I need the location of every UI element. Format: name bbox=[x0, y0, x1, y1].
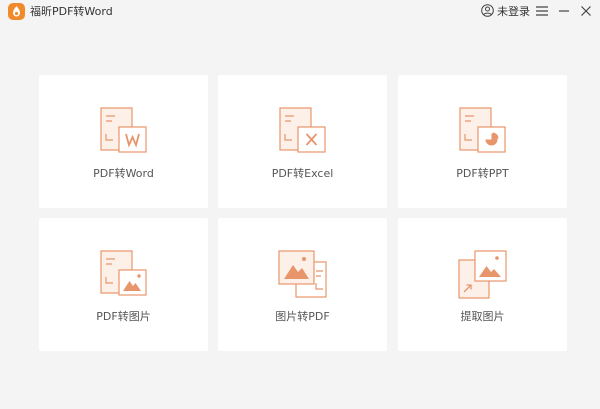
card-label: PDF转Excel bbox=[271, 167, 334, 180]
card-label: PDF转PPT bbox=[456, 167, 509, 180]
minimize-button[interactable] bbox=[556, 3, 572, 19]
minimize-icon bbox=[556, 3, 572, 19]
pdf-to-excel-icon bbox=[278, 107, 328, 157]
pdf-to-ppt-icon bbox=[458, 107, 508, 157]
card-label: PDF转图片 bbox=[96, 310, 151, 323]
card-pdf-to-ppt[interactable]: PDF转PPT bbox=[398, 75, 567, 208]
hamburger-menu-icon bbox=[534, 3, 550, 19]
extract-image-icon bbox=[458, 250, 508, 300]
foxit-logo-icon bbox=[8, 3, 25, 20]
close-icon bbox=[578, 3, 594, 19]
pdf-to-word-icon bbox=[99, 107, 149, 157]
login-button[interactable]: 未登录 bbox=[481, 3, 530, 19]
card-label: 图片转PDF bbox=[275, 310, 330, 323]
image-to-pdf-icon bbox=[278, 250, 328, 300]
title-bar: 福昕PDF转Word 未登录 bbox=[0, 0, 600, 24]
login-label: 未登录 bbox=[497, 5, 530, 18]
menu-button[interactable] bbox=[534, 3, 550, 19]
card-label: 提取图片 bbox=[460, 310, 505, 323]
close-button[interactable] bbox=[578, 3, 594, 19]
app-title: 福昕PDF转Word bbox=[30, 5, 113, 18]
card-label: PDF转Word bbox=[93, 167, 154, 180]
card-image-to-pdf[interactable]: 图片转PDF bbox=[218, 218, 387, 351]
pdf-to-image-icon bbox=[99, 250, 149, 300]
card-extract-image[interactable]: 提取图片 bbox=[398, 218, 567, 351]
card-pdf-to-word[interactable]: PDF转Word bbox=[39, 75, 208, 208]
user-circle-icon bbox=[481, 2, 494, 21]
card-pdf-to-excel[interactable]: PDF转Excel bbox=[218, 75, 387, 208]
card-pdf-to-image[interactable]: PDF转图片 bbox=[39, 218, 208, 351]
